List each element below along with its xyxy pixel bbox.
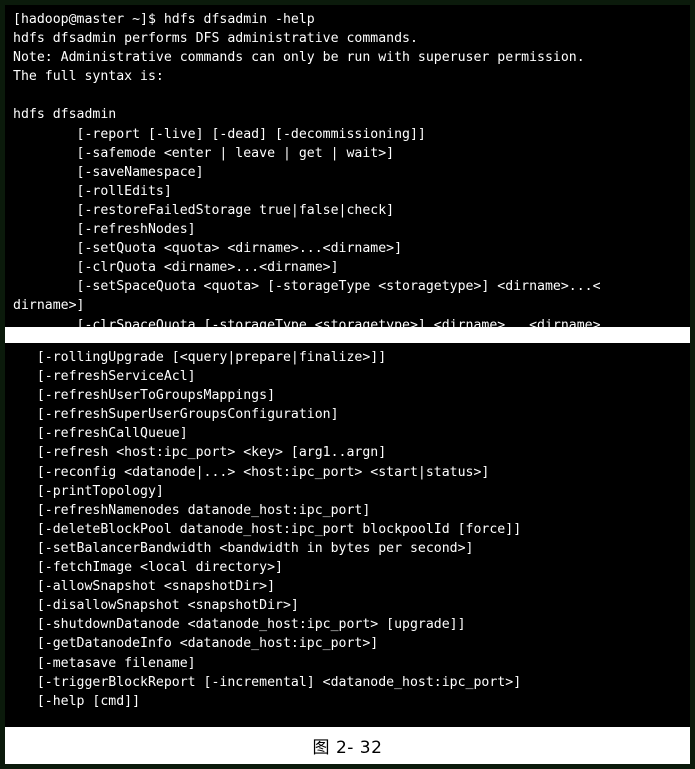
terminal-window-lower[interactable]: [-rollingUpgrade [<query|prepare|finaliz… [5, 343, 690, 727]
terminal-line: [-setSpaceQuota <quota> [-storageType <s… [13, 279, 601, 295]
terminal-line: [-refreshNamenodes datanode_host:ipc_por… [13, 502, 371, 518]
terminal-line: [-clrSpaceQuota [-storageType <storagety… [13, 317, 601, 328]
terminal-line: [-getDatanodeInfo <datanode_host:ipc_por… [13, 636, 379, 652]
figure-inner: [hadoop@master ~]$ hdfs dfsadmin -help hd… [5, 5, 690, 764]
terminal-line: [-deleteBlockPool datanode_host:ipc_port… [13, 521, 522, 537]
terminal-window-upper[interactable]: [hadoop@master ~]$ hdfs dfsadmin -help hd… [5, 5, 690, 327]
terminal-line: [-rollingUpgrade [<query|prepare|finaliz… [13, 350, 387, 365]
terminal-line: [-metasave filename] [13, 655, 196, 671]
terminal-line: [-help [cmd]] [13, 693, 141, 709]
figure-frame: [hadoop@master ~]$ hdfs dfsadmin -help hd… [0, 0, 695, 769]
terminal-line: The full syntax is: [13, 69, 164, 85]
figure-caption: 图 2- 32 [5, 727, 690, 764]
terminal-line: [-disallowSnapshot <snapshotDir>] [13, 598, 299, 614]
terminal-line: [-reconfig <datanode|...> <host:ipc_port… [13, 464, 490, 480]
terminal-line: [-refreshNodes] [13, 222, 196, 238]
terminal-line: [-refreshCallQueue] [13, 426, 188, 442]
terminal-line: [-restoreFailedStorage true|false|check] [13, 202, 395, 218]
terminal-line: dirname>] [13, 298, 85, 314]
terminal-line: [-fetchImage <local directory>] [13, 560, 283, 576]
terminal-line: [-printTopology] [13, 483, 164, 499]
terminal-line: [-refreshSuperUserGroupsConfiguration] [13, 407, 339, 423]
terminal-line: [-refreshServiceAcl] [13, 369, 196, 385]
terminal-line: hdfs dfsadmin [13, 107, 117, 123]
terminal-line: Note: Administrative commands can only b… [13, 50, 585, 66]
terminal-line: [-setBalancerBandwidth <bandwidth in byt… [13, 540, 474, 556]
terminal-line: [-rollEdits] [13, 183, 172, 199]
terminal-line: [-refresh <host:ipc_port> <key> [arg1..a… [13, 445, 387, 461]
terminal-line: [-triggerBlockReport [-incremental] <dat… [13, 674, 522, 690]
terminal-line: [-safemode <enter | leave | get | wait>] [13, 145, 395, 161]
terminal-line: [-shutdownDatanode <datanode_host:ipc_po… [13, 617, 466, 633]
terminal-line: [-allowSnapshot <snapshotDir>] [13, 579, 276, 595]
terminal-line: hdfs dfsadmin performs DFS administrativ… [13, 31, 418, 47]
terminal-line: [-refreshUserToGroupsMappings] [13, 388, 276, 404]
terminal-line: [-clrQuota <dirname>...<dirname>] [13, 260, 339, 276]
terminal-line: [hadoop@master ~]$ hdfs dfsadmin -help [13, 12, 315, 27]
terminal-line: [-report [-live] [-dead] [-decommissioni… [13, 126, 426, 142]
terminal-line: [-saveNamespace] [13, 164, 204, 180]
terminal-line: [-setQuota <quota> <dirname>...<dirname>… [13, 241, 403, 257]
